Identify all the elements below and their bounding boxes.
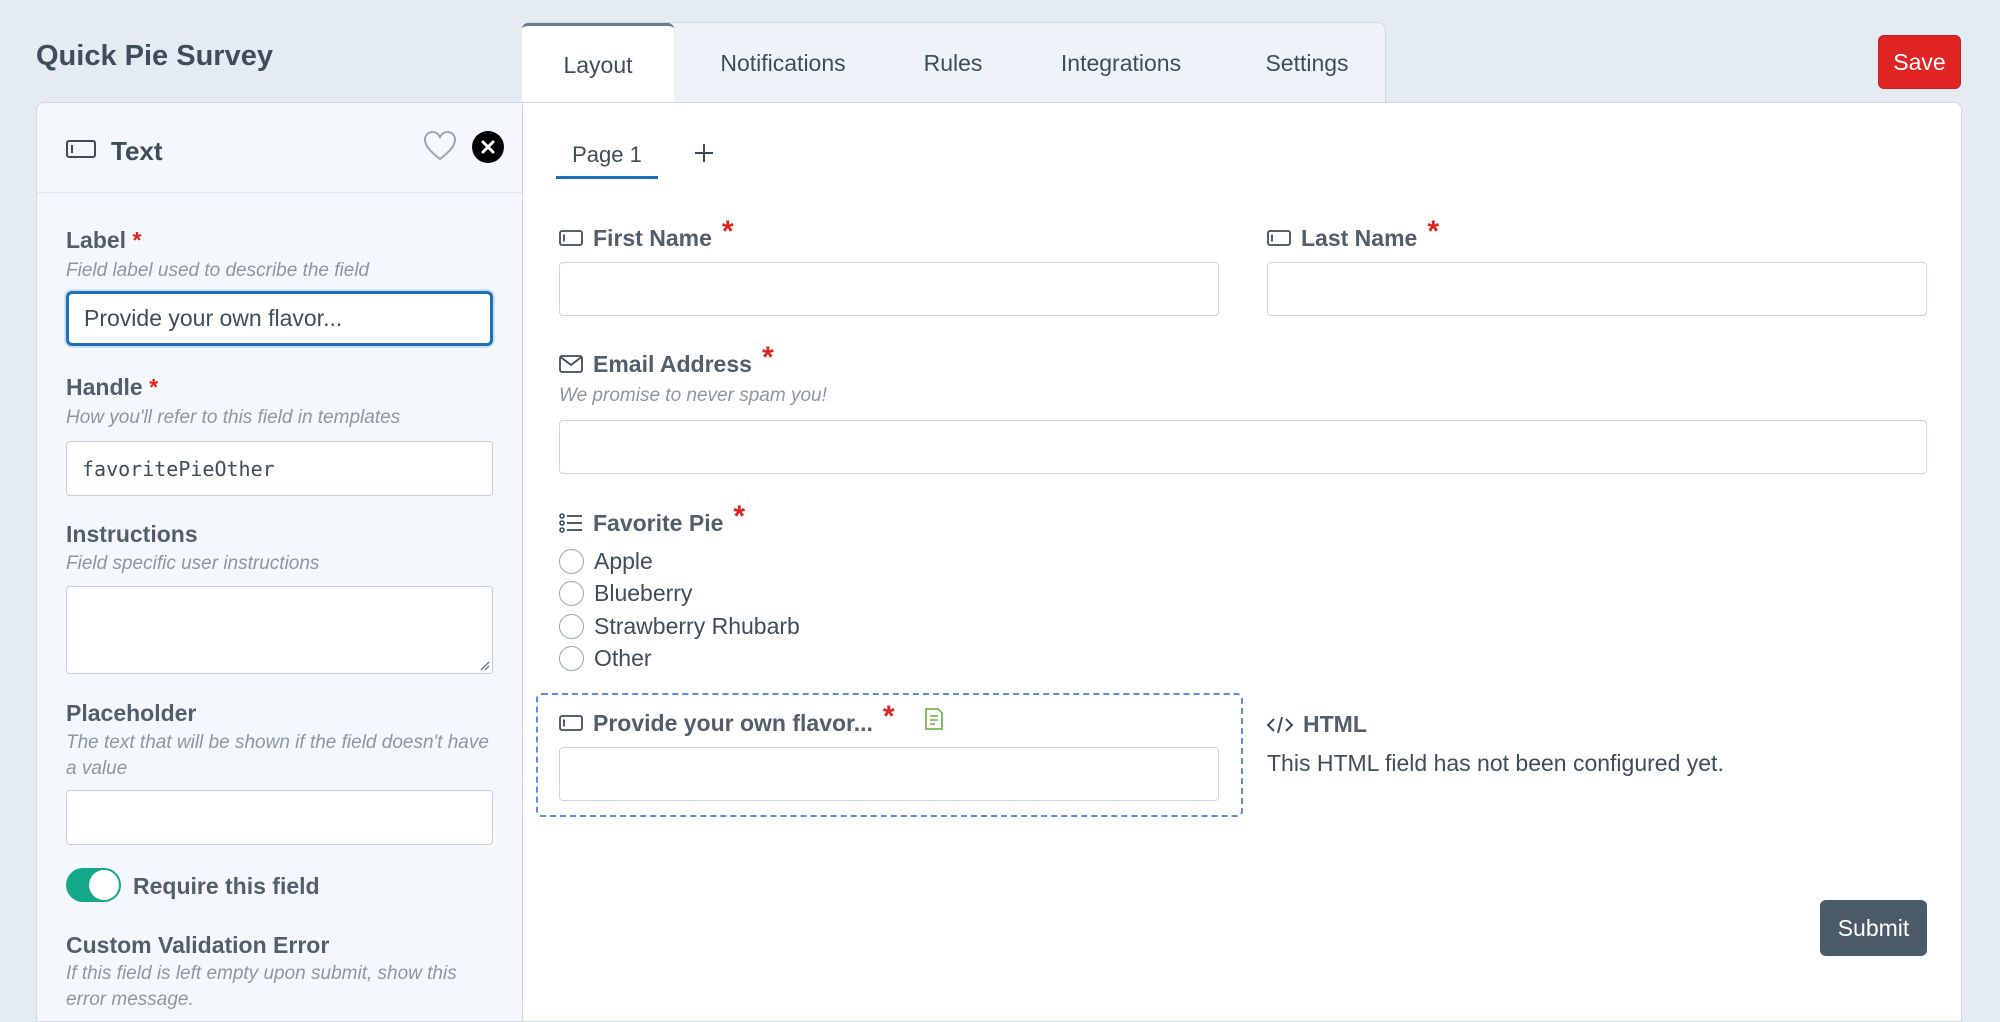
html-field-message: This HTML field has not been configured … <box>1267 750 1724 776</box>
radio-button[interactable] <box>559 646 584 671</box>
html-field-label: HTML <box>1267 711 1367 738</box>
radio-list-icon <box>559 513 582 533</box>
submit-button[interactable]: Submit <box>1820 900 1927 956</box>
toggle-knob <box>89 870 119 900</box>
text-field-icon <box>559 715 583 731</box>
radio-option-blueberry[interactable]: Blueberry <box>559 580 692 607</box>
form-canvas: Page 1 First Name * Last Name * Email Addr… <box>522 102 1962 1022</box>
email-label: Email Address * <box>559 343 774 379</box>
sidebar-header: Text <box>37 103 522 193</box>
required-asterisk: * <box>1427 215 1440 248</box>
page-tab-1[interactable]: Page 1 <box>556 133 658 179</box>
last-name-label: Last Name * <box>1267 217 1439 253</box>
field-settings-sidebar: Text Label * Field label used to describ… <box>36 102 523 1022</box>
custom-error-title: Custom Validation Error <box>66 932 330 958</box>
last-name-input[interactable] <box>1267 262 1927 316</box>
radio-button[interactable] <box>559 614 584 639</box>
instructions-textarea[interactable] <box>66 586 493 674</box>
required-asterisk: * <box>721 215 734 248</box>
tab-rules[interactable]: Rules <box>893 23 1013 104</box>
require-toggle[interactable] <box>66 868 121 902</box>
text-field-icon <box>559 230 583 246</box>
favorite-pie-label: Favorite Pie * <box>559 502 745 538</box>
envelope-icon <box>559 355 583 373</box>
placeholder-input[interactable] <box>66 790 493 845</box>
sidebar-title: Text <box>111 136 163 166</box>
code-icon <box>1267 716 1293 733</box>
custom-error-help: If this field is left empty upon submit,… <box>66 963 457 1010</box>
first-name-input[interactable] <box>559 262 1219 316</box>
app-title: Quick Pie Survey <box>36 40 273 72</box>
placeholder-setting-help: The text that will be shown if the field… <box>66 732 489 779</box>
required-asterisk: * <box>733 500 746 533</box>
text-field-icon <box>1267 230 1291 246</box>
instructions-setting-title: Instructions <box>66 521 198 547</box>
tab-settings[interactable]: Settings <box>1227 23 1387 104</box>
radio-option-other[interactable]: Other <box>559 645 652 672</box>
save-button[interactable]: Save <box>1878 35 1961 89</box>
radio-option-apple[interactable]: Apple <box>559 548 653 575</box>
close-icon[interactable] <box>472 131 504 168</box>
label-setting-title: Label * <box>66 227 142 253</box>
conditional-rule-icon[interactable] <box>923 707 945 736</box>
placeholder-setting-title: Placeholder <box>66 700 197 726</box>
required-asterisk: * <box>761 341 774 374</box>
require-label: Require this field <box>133 873 320 899</box>
text-field-icon <box>66 139 96 164</box>
email-help: We promise to never spam you! <box>559 385 827 406</box>
tab-notifications[interactable]: Notifications <box>683 23 883 104</box>
handle-setting-help: How you'll refer to this field in templa… <box>66 407 401 428</box>
radio-button[interactable] <box>559 581 584 606</box>
tab-layout[interactable]: Layout <box>522 23 674 105</box>
instructions-setting-help: Field specific user instructions <box>66 553 320 574</box>
required-asterisk: * <box>882 700 895 733</box>
add-page-icon[interactable] <box>686 133 722 173</box>
handle-input[interactable]: favoritePieOther <box>66 441 493 496</box>
email-input[interactable] <box>559 420 1927 474</box>
other-flavor-input[interactable] <box>559 747 1219 801</box>
tab-integrations[interactable]: Integrations <box>1023 23 1219 104</box>
resize-handle-icon[interactable] <box>478 659 490 671</box>
handle-setting-title: Handle * <box>66 374 159 400</box>
radio-option-strawberry-rhubarb[interactable]: Strawberry Rhubarb <box>559 613 800 640</box>
other-flavor-label: Provide your own flavor... * <box>559 702 895 738</box>
heart-icon[interactable] <box>423 130 457 167</box>
label-setting-help: Field label used to describe the field <box>66 260 370 281</box>
first-name-label: First Name * <box>559 217 734 253</box>
label-input[interactable]: Provide your own flavor... <box>66 291 493 346</box>
tab-bar: Layout Notifications Rules Integrations … <box>522 22 1387 105</box>
radio-button[interactable] <box>559 549 584 574</box>
